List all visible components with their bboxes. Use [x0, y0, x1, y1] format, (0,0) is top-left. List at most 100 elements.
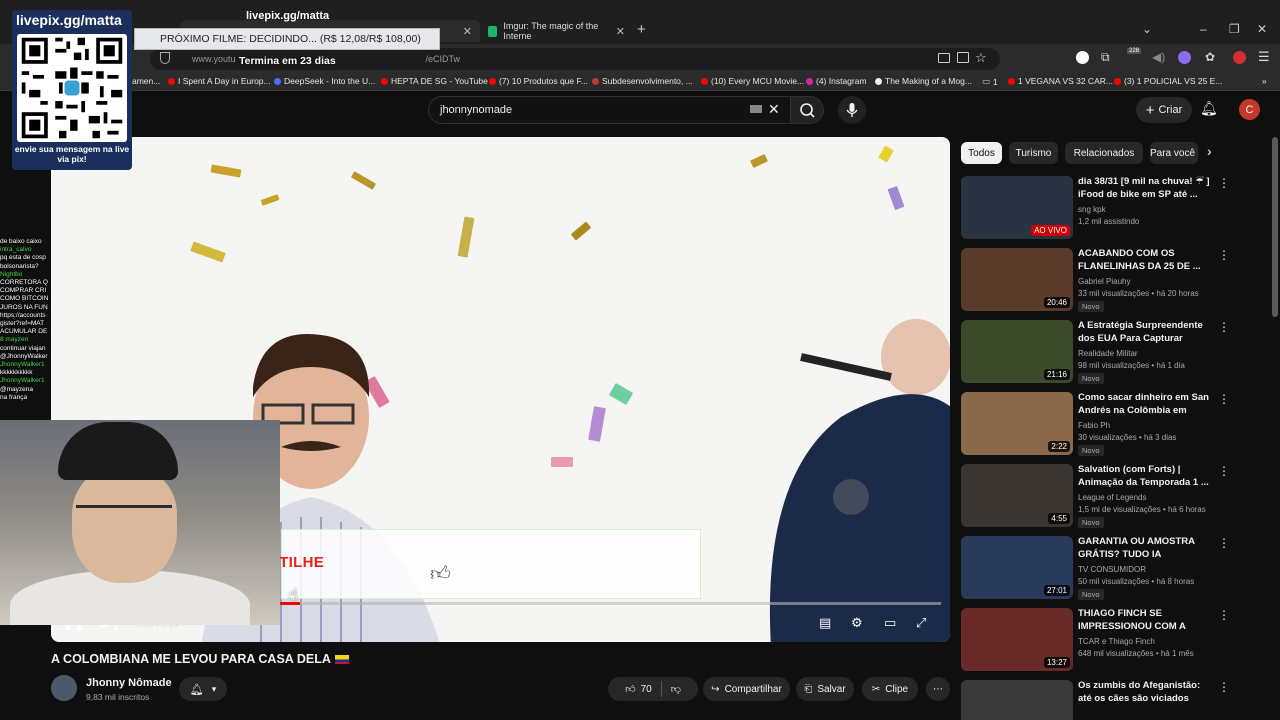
- more-vertical-icon[interactable]: ⋮: [1218, 176, 1230, 190]
- recommendation-channel[interactable]: League of Legends: [1078, 493, 1147, 502]
- site-icon: [875, 77, 882, 85]
- extension-puzzle-icon[interactable]: ⧉: [1101, 50, 1110, 65]
- fullscreen-icon[interactable]: ⤢: [916, 615, 926, 631]
- window-close-icon[interactable]: ✕: [1257, 22, 1267, 36]
- theater-mode-icon[interactable]: ▭: [884, 615, 896, 631]
- more-vertical-icon[interactable]: ⋮: [1218, 320, 1230, 334]
- more-vertical-icon[interactable]: ⋮: [1218, 608, 1230, 622]
- bookmark-item[interactable]: HEPTA DE SG - YouTube: [381, 76, 488, 86]
- site-shield-icon[interactable]: [160, 52, 170, 64]
- more-vertical-icon[interactable]: ⋮: [1218, 248, 1230, 262]
- recommendation-thumbnail[interactable]: 2:22: [961, 392, 1073, 455]
- bookmarks-overflow-icon[interactable]: »: [1262, 76, 1267, 86]
- recommendation-item[interactable]: Os zumbis do Afeganistão: até os cães sã…: [961, 680, 1230, 720]
- notifications-bell-icon[interactable]: 🔔︎: [1200, 100, 1218, 117]
- browser-tab-imgur[interactable]: Imgur: The magic of the Interne ✕: [484, 20, 629, 42]
- subscription-bell-button[interactable]: 🔔︎ ▾: [179, 677, 227, 701]
- adblock-icon[interactable]: [1233, 51, 1246, 64]
- recommendation-thumbnail[interactable]: 20:46: [961, 248, 1073, 311]
- tab-close-icon[interactable]: ✕: [463, 25, 472, 38]
- recommendation-title[interactable]: THIAGO FINCH SE IMPRESSIONOU COM A MINH.…: [1078, 608, 1210, 634]
- bookmark-item[interactable]: Subdesenvolvimento, ...: [592, 76, 693, 86]
- like-button[interactable]: 👍︎ 70: [625, 683, 652, 696]
- recommendation-title[interactable]: Como sacar dinheiro em San Andrés na Col…: [1078, 392, 1210, 418]
- extension-leaf-icon[interactable]: ✿: [1205, 50, 1215, 64]
- chip-turismo[interactable]: Turismo: [1009, 142, 1058, 164]
- screenshot-icon[interactable]: [938, 53, 950, 63]
- account-avatar[interactable]: C: [1239, 99, 1260, 120]
- recommendation-title[interactable]: dia 38/31 [9 mil na chuva! ☔ ] iFood de …: [1078, 176, 1210, 201]
- scrollbar[interactable]: [1272, 137, 1278, 317]
- keyboard-icon[interactable]: [750, 105, 762, 113]
- extension-purple-icon[interactable]: [1178, 51, 1191, 64]
- extension-c-icon[interactable]: [1076, 51, 1089, 64]
- recommendation-title[interactable]: GARANTIA OU AMOSTRA GRÁTIS? TUDO IA PERF…: [1078, 536, 1210, 562]
- recommendation-thumbnail[interactable]: 21:16: [961, 320, 1073, 383]
- channel-name[interactable]: Jhonny Nômade: [86, 677, 172, 689]
- chip-todos[interactable]: Todos: [961, 142, 1002, 164]
- recommendation-item[interactable]: AO VIVO dia 38/31 [9 mil na chuva! ☔ ] iF…: [961, 176, 1230, 240]
- thumb-down-icon: 👎︎: [670, 684, 681, 695]
- recommendation-thumbnail[interactable]: 27:01: [961, 536, 1073, 599]
- voice-search-button[interactable]: [838, 96, 866, 124]
- recommendation-thumbnail[interactable]: 4:55: [961, 464, 1073, 527]
- recommendation-item[interactable]: 27:01 GARANTIA OU AMOSTRA GRÁTIS? TUDO IA…: [961, 536, 1230, 600]
- bookmark-star-icon[interactable]: ☆: [975, 50, 987, 66]
- recommendation-thumbnail[interactable]: 13:27: [961, 608, 1073, 671]
- dislike-button[interactable]: 👎︎: [671, 683, 681, 695]
- more-vertical-icon[interactable]: ⋮: [1218, 464, 1230, 478]
- reader-icon[interactable]: [957, 52, 969, 63]
- subtitles-icon[interactable]: ▤: [819, 615, 831, 631]
- bookmark-item[interactable]: I Spent A Day in Europ...: [168, 76, 271, 86]
- bookmark-folder[interactable]: ▭ 1: [982, 76, 998, 87]
- bookmark-item[interactable]: (4) Instagram: [806, 76, 867, 86]
- bookmark-item[interactable]: (10) Every MCU Movie...: [701, 76, 804, 86]
- recommendation-title[interactable]: Os zumbis do Afeganistão: até os cães sã…: [1078, 680, 1210, 706]
- more-vertical-icon[interactable]: ⋮: [1218, 392, 1230, 406]
- bookmark-item[interactable]: amen...: [132, 76, 160, 86]
- create-button[interactable]: + Criar: [1136, 97, 1192, 123]
- recommendation-channel[interactable]: TV CONSUMIDOR: [1078, 565, 1146, 574]
- search-button[interactable]: [790, 96, 824, 124]
- recommendation-channel[interactable]: Realidade Militar: [1078, 349, 1138, 358]
- chips-next-icon[interactable]: ›: [1207, 143, 1212, 159]
- chip-para-voce[interactable]: Para você: [1150, 142, 1198, 164]
- recommendation-channel[interactable]: TCAR e Thiago Finch: [1078, 637, 1155, 646]
- more-vertical-icon[interactable]: ⋮: [1218, 680, 1230, 694]
- settings-gear-icon[interactable]: ⚙: [851, 615, 863, 631]
- minimize-icon[interactable]: –: [1200, 22, 1207, 36]
- clip-button[interactable]: ✂ Clipe: [862, 677, 918, 701]
- chip-relacionados[interactable]: Relacionados: [1065, 142, 1143, 164]
- save-button[interactable]: ⎗ Salvar: [796, 677, 854, 701]
- recommendation-channel[interactable]: Fabio Ph: [1078, 421, 1110, 430]
- menu-icon[interactable]: ☰: [1258, 49, 1270, 65]
- restore-icon[interactable]: ❐: [1229, 22, 1240, 36]
- recommendation-channel[interactable]: Gabriel Piauhy: [1078, 277, 1130, 286]
- recommendation-item[interactable]: 2:22 Como sacar dinheiro em San Andrés na…: [961, 392, 1230, 456]
- recommendation-title[interactable]: ACABANDO COM OS FLANELINHAS DA 25 DE ...: [1078, 248, 1210, 273]
- clear-search-icon[interactable]: ✕: [768, 101, 780, 118]
- bookmark-item[interactable]: 1 VEGANA VS 32 CAR...: [1008, 76, 1113, 86]
- recommendation-thumbnail[interactable]: [961, 680, 1073, 720]
- more-vertical-icon[interactable]: ⋮: [1218, 536, 1230, 550]
- bookmark-item[interactable]: (7) 10 Produtos que F...: [489, 76, 588, 86]
- bookmark-item[interactable]: (3) 1 POLICIAL VS 25 E...: [1114, 76, 1222, 86]
- tab-close-icon[interactable]: ✕: [616, 25, 625, 38]
- bookmark-item[interactable]: The Making of a Mog...: [875, 76, 972, 86]
- new-tab-button[interactable]: +: [637, 21, 646, 38]
- tab-list-chevron-icon[interactable]: ⌄: [1142, 22, 1152, 36]
- recommendation-item[interactable]: 20:46 ACABANDO COM OS FLANELINHAS DA 25 D…: [961, 248, 1230, 312]
- recommendation-item[interactable]: 4:55 Salvation (com Forts) | Animação da …: [961, 464, 1230, 528]
- volume-icon[interactable]: ◀): [1152, 50, 1165, 64]
- more-actions-button[interactable]: ⋯: [926, 677, 950, 701]
- search-input[interactable]: jhonnynomade: [428, 96, 791, 124]
- recommendation-item[interactable]: 21:16 A Estratégia Surpreendente dos EUA …: [961, 320, 1230, 384]
- bookmark-item[interactable]: DeepSeek - Into the U...: [274, 76, 375, 86]
- channel-avatar[interactable]: [51, 675, 77, 701]
- recommendation-channel[interactable]: sng kpk: [1078, 205, 1106, 214]
- recommendation-title[interactable]: A Estratégia Surpreendente dos EUA Para …: [1078, 320, 1210, 346]
- share-button[interactable]: ↪ Compartilhar: [703, 677, 790, 701]
- recommendation-item[interactable]: 13:27 THIAGO FINCH SE IMPRESSIONOU COM A …: [961, 608, 1230, 672]
- recommendation-thumbnail[interactable]: AO VIVO: [961, 176, 1073, 239]
- recommendation-title[interactable]: Salvation (com Forts) | Animação da Temp…: [1078, 464, 1210, 489]
